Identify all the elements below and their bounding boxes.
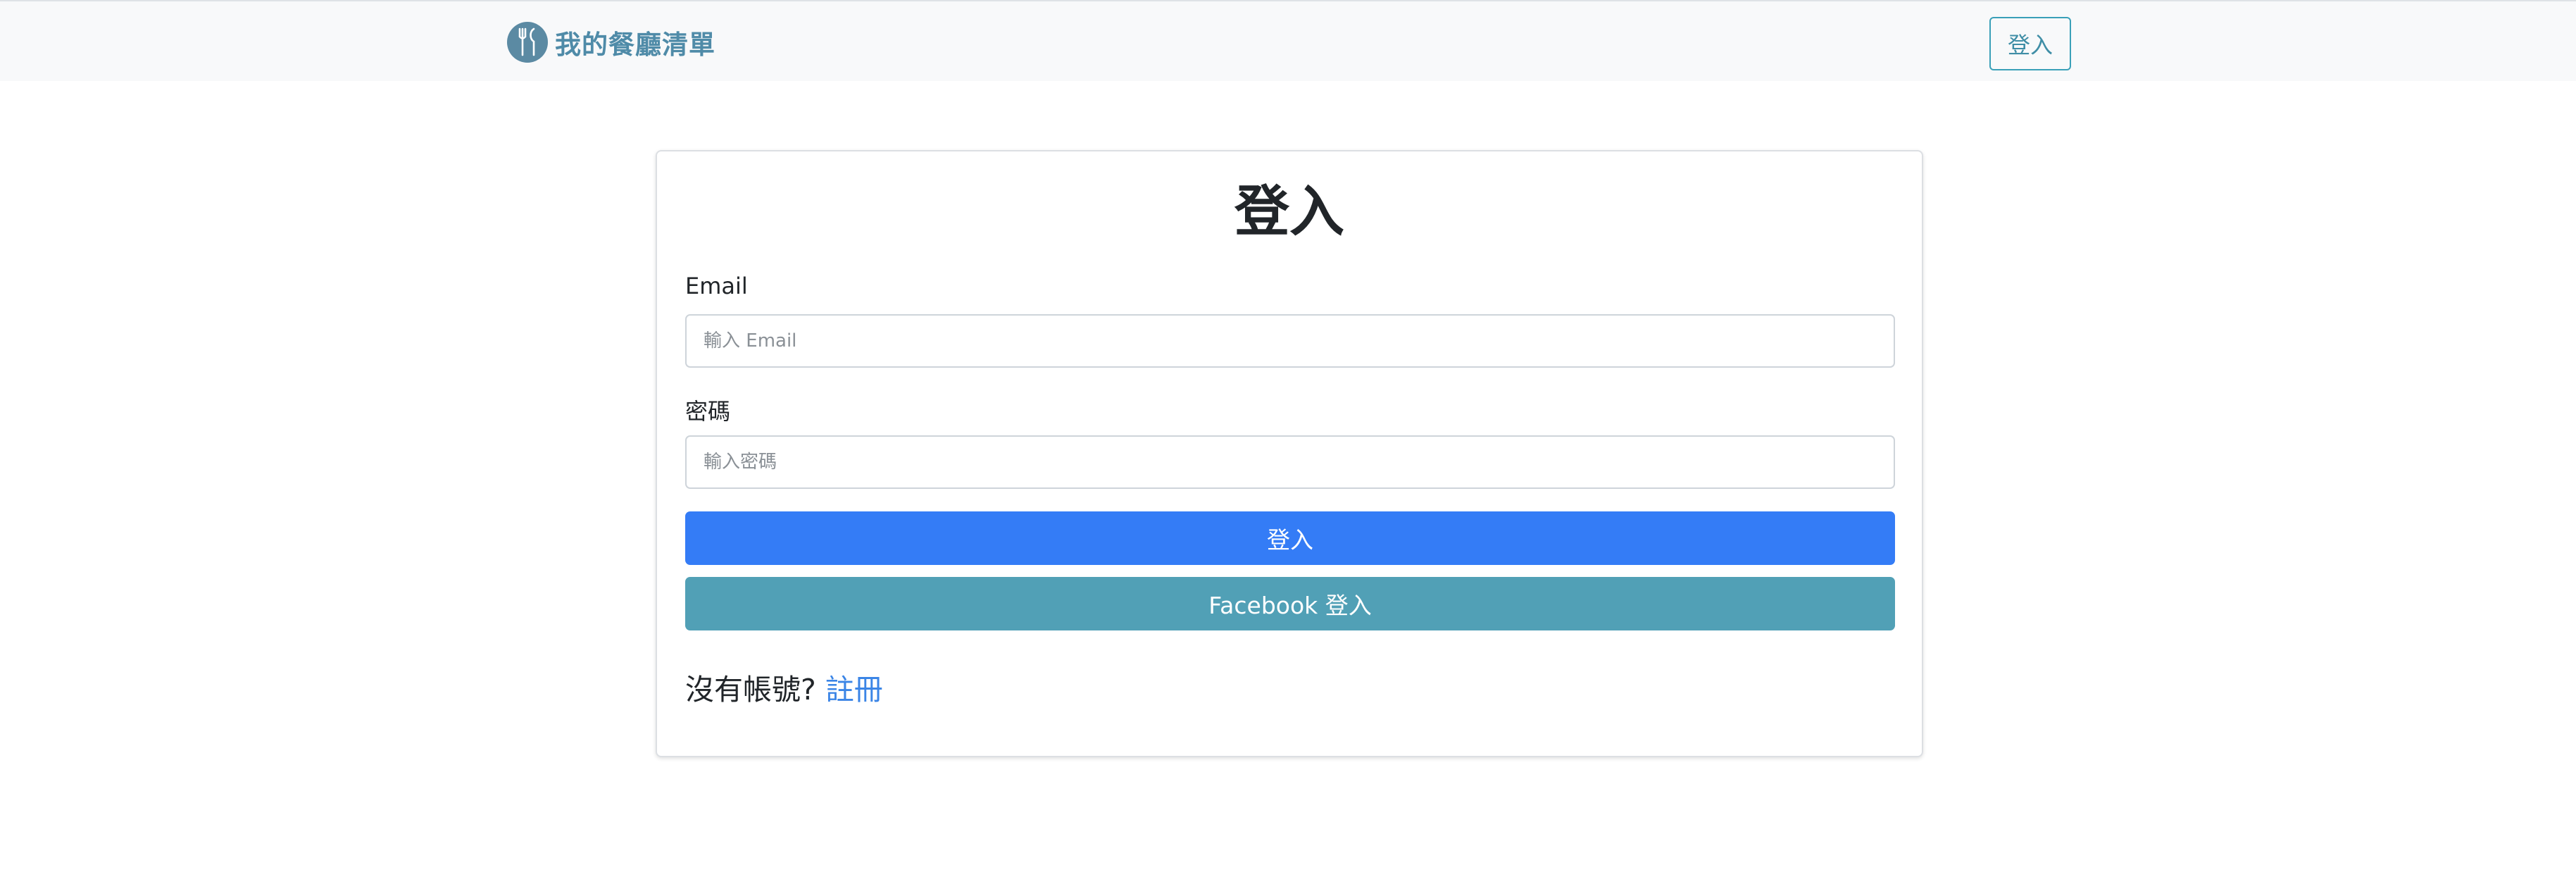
email-label: Email — [685, 273, 748, 299]
utensils-icon — [507, 22, 548, 63]
login-submit-button[interactable]: 登入 — [685, 511, 1895, 565]
password-label: 密碼 — [685, 398, 731, 425]
email-field[interactable] — [685, 314, 1895, 368]
register-link[interactable]: 註冊 — [825, 673, 883, 707]
password-field[interactable] — [685, 435, 1895, 489]
facebook-login-button[interactable]: Facebook 登入 — [685, 577, 1895, 630]
brand-title: 我的餐廳清單 — [555, 30, 715, 60]
page-title: 登入 — [1234, 180, 1344, 244]
top-navbar: 我的餐廳清單 登入 — [0, 0, 2576, 81]
navbar-login-button[interactable]: 登入 — [1989, 17, 2071, 70]
login-card: 登入 Email 密碼 登入 Facebook 登入 沒有帳號? 註冊 — [656, 150, 1923, 757]
register-prompt-line: 沒有帳號? 註冊 — [685, 666, 883, 708]
register-prompt: 沒有帳號? — [685, 673, 816, 707]
brand-link[interactable]: 我的餐廳清單 — [507, 22, 715, 63]
